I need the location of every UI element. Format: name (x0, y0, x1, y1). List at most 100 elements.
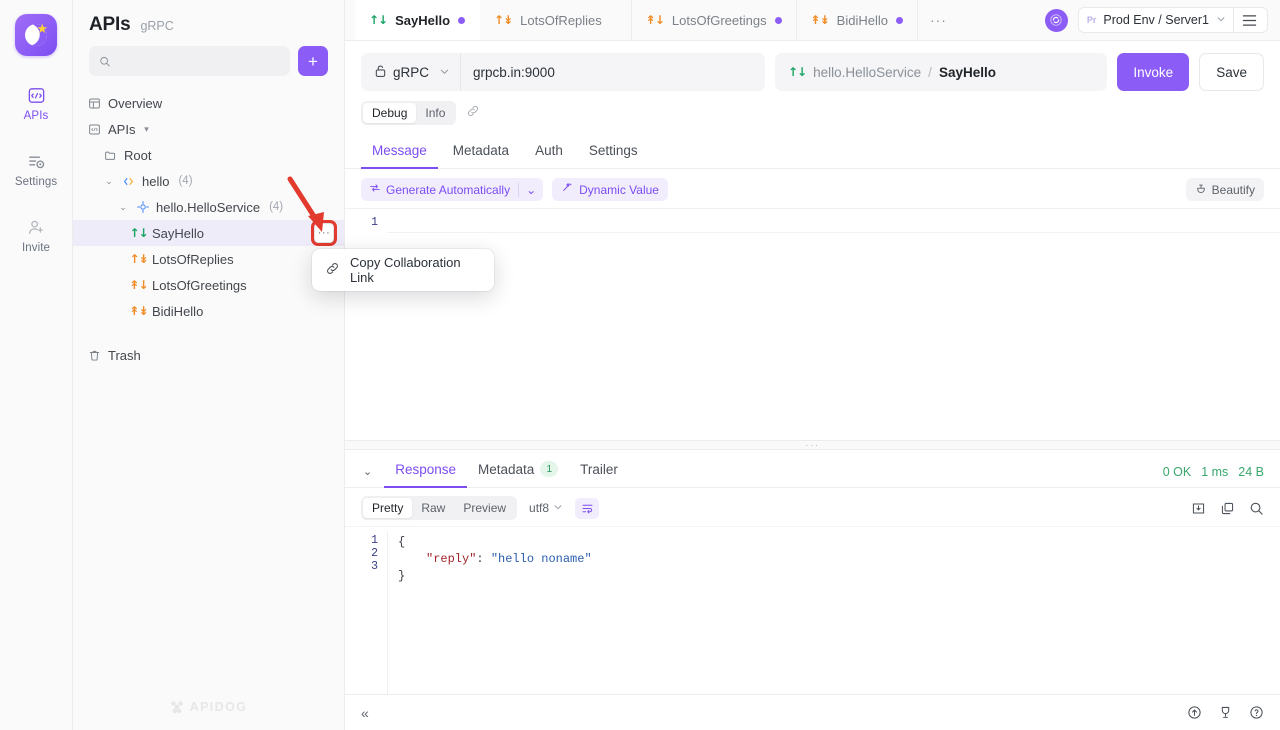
editor-content[interactable] (387, 209, 1280, 440)
trophy-button[interactable] (1218, 705, 1233, 720)
url-input[interactable] (461, 53, 765, 91)
chevron-down-icon[interactable]: ⌄ (519, 183, 543, 197)
tree-item-more-button[interactable]: ··· (314, 223, 334, 243)
editor-gutter: 1 (345, 209, 387, 440)
tab-overflow-button[interactable]: ··· (918, 0, 959, 40)
chevron-down-icon (1216, 13, 1226, 27)
rail-item-settings-label: Settings (15, 176, 57, 188)
response-toolbar: Pretty Raw Preview utf8 (345, 488, 1280, 526)
apidog-watermark: APIDOG (73, 700, 344, 714)
context-menu: Copy Collaboration Link (312, 249, 494, 291)
response-line-number: 2 (345, 547, 378, 560)
sidebar-search-box[interactable] (89, 46, 290, 76)
tab-auth[interactable]: Auth (524, 137, 574, 169)
upload-button[interactable] (1187, 705, 1202, 720)
mode-option-debug[interactable]: Debug (363, 103, 416, 123)
encoding-label: utf8 (529, 501, 549, 515)
word-wrap-icon (581, 502, 594, 515)
search-response-button[interactable] (1249, 501, 1264, 516)
tree-item-trash[interactable]: Trash (73, 342, 344, 368)
folder-icon (103, 149, 118, 162)
sync-button[interactable] (1045, 9, 1068, 32)
tree-item-apis[interactable]: APIs ▾ (73, 116, 344, 142)
encoding-selector[interactable]: utf8 (523, 501, 569, 515)
search-icon (99, 55, 111, 68)
tab-lotsofgreetings-label: LotsOfGreetings (672, 13, 767, 28)
sync-icon (1049, 13, 1063, 27)
chevron-down-icon[interactable]: ⌄ (117, 202, 129, 213)
view-mode-pretty[interactable]: Pretty (363, 498, 412, 518)
response-code-line: "reply": "hello noname" (398, 551, 1280, 568)
copy-button[interactable] (1220, 501, 1235, 516)
word-wrap-button[interactable] (575, 498, 599, 519)
search-input[interactable] (117, 54, 280, 68)
rail-item-apis[interactable]: APIs (6, 78, 66, 128)
save-button[interactable]: Save (1199, 53, 1264, 91)
tab-settings[interactable]: Settings (578, 137, 649, 169)
invoke-button[interactable]: Invoke (1117, 53, 1189, 91)
environment-badge: Pr (1087, 15, 1097, 25)
response-tab-trailer[interactable]: Trailer (569, 462, 629, 488)
view-mode-preview[interactable]: Preview (454, 498, 515, 518)
apidog-moon-logo[interactable]: ★ (15, 14, 57, 56)
tree-item-overview[interactable]: Overview (73, 90, 344, 116)
dynamic-value-button[interactable]: Dynamic Value (552, 178, 668, 201)
generate-automatically-label: Generate Automatically (386, 183, 510, 197)
tree-item-lotsofreplies[interactable]: ↑↡ LotsOfReplies (73, 246, 344, 272)
tree-item-hello[interactable]: ⌄ hello (4) (73, 168, 344, 194)
collapse-sidebar-button[interactable]: « (361, 705, 369, 721)
editor-line[interactable] (387, 216, 1280, 233)
response-collapse-toggle[interactable]: ⌄ (361, 465, 384, 487)
request-bar: gRPC ↑↓ hello.HelloService / SayHello In… (345, 41, 1280, 101)
tab-message[interactable]: Message (361, 137, 438, 169)
response-code-line: } (398, 568, 1280, 585)
protocol-selector[interactable]: gRPC (361, 53, 461, 91)
copy-link-icon[interactable] (466, 104, 480, 123)
response-tab-response[interactable]: Response (384, 462, 467, 488)
tree-item-bidihello[interactable]: ↟↡ BidiHello (73, 298, 344, 324)
tab-lotsofreplies[interactable]: ↑↡ LotsOfReplies (480, 0, 632, 40)
response-code[interactable]: { "reply": "hello noname" } (387, 531, 1280, 694)
tree-item-lotsofgreetings[interactable]: ↟↓ LotsOfGreetings (73, 272, 344, 298)
view-mode-raw[interactable]: Raw (412, 498, 454, 518)
search-icon (1249, 501, 1264, 516)
tab-bidihello[interactable]: ↟↡ BidiHello (797, 0, 918, 40)
tree-item-sayhello[interactable]: ↑↓ SayHello ··· (73, 220, 344, 246)
rail-item-settings[interactable]: Settings (6, 144, 66, 194)
mode-option-info[interactable]: Info (416, 103, 454, 123)
tab-bar-right-tools: Pr Prod Env / Server1 (1045, 0, 1280, 40)
help-button[interactable] (1249, 705, 1264, 720)
tree-item-hello-label: hello (142, 174, 169, 189)
response-tab-metadata[interactable]: Metadata 1 (467, 461, 569, 488)
tab-bidihello-label: BidiHello (837, 13, 888, 28)
dynamic-value-label: Dynamic Value (579, 183, 659, 197)
save-response-button[interactable] (1191, 501, 1206, 516)
tree-item-sayhello-label: SayHello (152, 226, 204, 241)
tab-metadata[interactable]: Metadata (442, 137, 520, 169)
chevron-down-icon (553, 501, 563, 515)
chevron-down-icon[interactable]: ▾ (141, 124, 151, 135)
add-api-button[interactable]: + (298, 46, 328, 76)
tab-sayhello[interactable]: ↑↓ SayHello (355, 0, 480, 40)
tree-item-hello-service[interactable]: ⌄ hello.HelloService (4) (73, 194, 344, 220)
message-editor[interactable]: 1 (345, 208, 1280, 440)
method-selector[interactable]: ↑↓ hello.HelloService / SayHello (775, 53, 1107, 91)
response-tools (1191, 501, 1264, 516)
generate-automatically-button[interactable]: Generate Automatically ⌄ (361, 178, 543, 201)
context-menu-item-copy-collaboration-link[interactable]: Copy Collaboration Link (312, 255, 494, 285)
panel-resize-handle[interactable]: ··· (345, 440, 1280, 450)
bidi-stream-arrows-icon: ↟↡ (131, 304, 146, 318)
rail-item-invite[interactable]: Invite (6, 210, 66, 260)
tab-lotsofgreetings[interactable]: ↟↓ LotsOfGreetings (632, 0, 797, 40)
protocol-label: gRPC (393, 65, 429, 80)
main-menu-button[interactable] (1233, 7, 1259, 33)
beautify-button[interactable]: Beautify (1186, 178, 1264, 201)
tab-bar: ↑↓ SayHello ↑↡ LotsOfReplies ↟↓ LotsOfGr… (345, 0, 1280, 41)
tree-item-lotsofgreetings-label: LotsOfGreetings (152, 278, 247, 293)
response-panel: ⌄ Response Metadata 1 Trailer 0 OK 1 ms … (345, 450, 1280, 694)
environment-selector[interactable]: Pr Prod Env / Server1 (1078, 7, 1268, 33)
tree-item-root[interactable]: Root (73, 142, 344, 168)
trash-icon (87, 349, 102, 362)
response-line-number: 3 (345, 560, 378, 573)
chevron-down-icon[interactable]: ⌄ (103, 176, 115, 187)
